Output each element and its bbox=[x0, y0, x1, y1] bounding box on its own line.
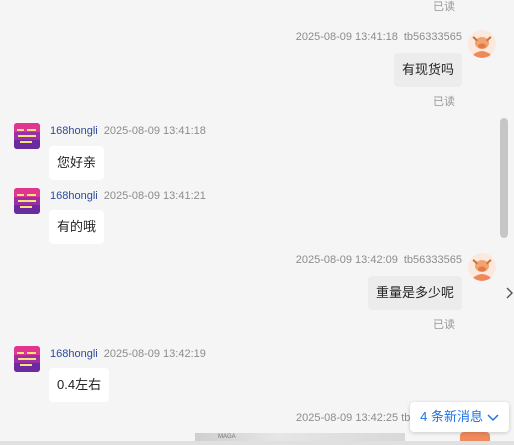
store-logo-icon bbox=[14, 188, 40, 214]
message-time: 2025-08-09 13:42:25 bbox=[296, 412, 399, 424]
buyer-avatar[interactable] bbox=[468, 253, 496, 281]
divider bbox=[0, 441, 514, 445]
message-bubble[interactable]: 有的哦 bbox=[49, 210, 105, 244]
buyer-avatar[interactable] bbox=[468, 30, 496, 58]
new-messages-button[interactable]: 4 条新消息 bbox=[410, 402, 509, 432]
message-time: 2025-08-09 13:41:18 bbox=[103, 125, 206, 137]
new-messages-label: 4 条新消息 bbox=[420, 409, 483, 424]
sender-id: tb bbox=[401, 412, 411, 424]
message-time: 2025-08-09 13:42:09 bbox=[295, 254, 398, 266]
message-time: 2025-08-09 13:41:21 bbox=[103, 190, 206, 202]
read-status: 已读 bbox=[433, 1, 455, 13]
chat-message-list[interactable]: 已读 2025-08-09 13:41:18 tb56333565 有现货吗 已读… bbox=[0, 0, 514, 445]
message-meta: 168hongli 2025-08-09 13:41:18 bbox=[50, 125, 206, 137]
message-time: 2025-08-09 13:41:18 bbox=[295, 31, 398, 43]
cow-avatar-icon bbox=[468, 30, 496, 58]
image-caption: MAGA bbox=[218, 434, 236, 440]
store-logo-icon bbox=[14, 346, 40, 372]
seller-avatar[interactable] bbox=[14, 123, 40, 149]
sender-name[interactable]: 168hongli bbox=[50, 190, 98, 202]
cow-avatar-icon bbox=[468, 253, 496, 281]
scrollbar-thumb[interactable] bbox=[500, 118, 508, 238]
message-time: 2025-08-09 13:42:19 bbox=[103, 348, 206, 360]
message-meta: 2025-08-09 13:42:25 tb bbox=[296, 412, 410, 424]
seller-avatar[interactable] bbox=[14, 346, 40, 372]
sender-name[interactable]: 168hongli bbox=[50, 348, 98, 360]
message-meta: 2025-08-09 13:41:18 tb56333565 bbox=[296, 31, 462, 43]
message-bubble[interactable]: 重量是多少呢 bbox=[367, 276, 462, 310]
message-bubble[interactable]: 0.4左右 bbox=[49, 368, 110, 402]
read-status: 已读 bbox=[433, 319, 455, 331]
message-meta: 168hongli 2025-08-09 13:42:19 bbox=[50, 348, 206, 360]
message-meta: 2025-08-09 13:42:09 tb56333565 bbox=[296, 254, 462, 266]
message-bubble[interactable]: 您好亲 bbox=[49, 146, 105, 180]
chevron-right-icon[interactable] bbox=[506, 287, 514, 302]
message-bubble[interactable]: 有现货吗 bbox=[393, 53, 462, 87]
sender-id: tb56333565 bbox=[403, 31, 462, 43]
message-meta: 168hongli 2025-08-09 13:41:21 bbox=[50, 190, 206, 202]
sender-name[interactable]: 168hongli bbox=[50, 125, 98, 137]
seller-avatar[interactable] bbox=[14, 188, 40, 214]
read-status: 已读 bbox=[433, 96, 455, 108]
sender-id: tb56333565 bbox=[403, 254, 462, 266]
store-logo-icon bbox=[14, 123, 40, 149]
chevron-down-icon bbox=[487, 414, 499, 421]
